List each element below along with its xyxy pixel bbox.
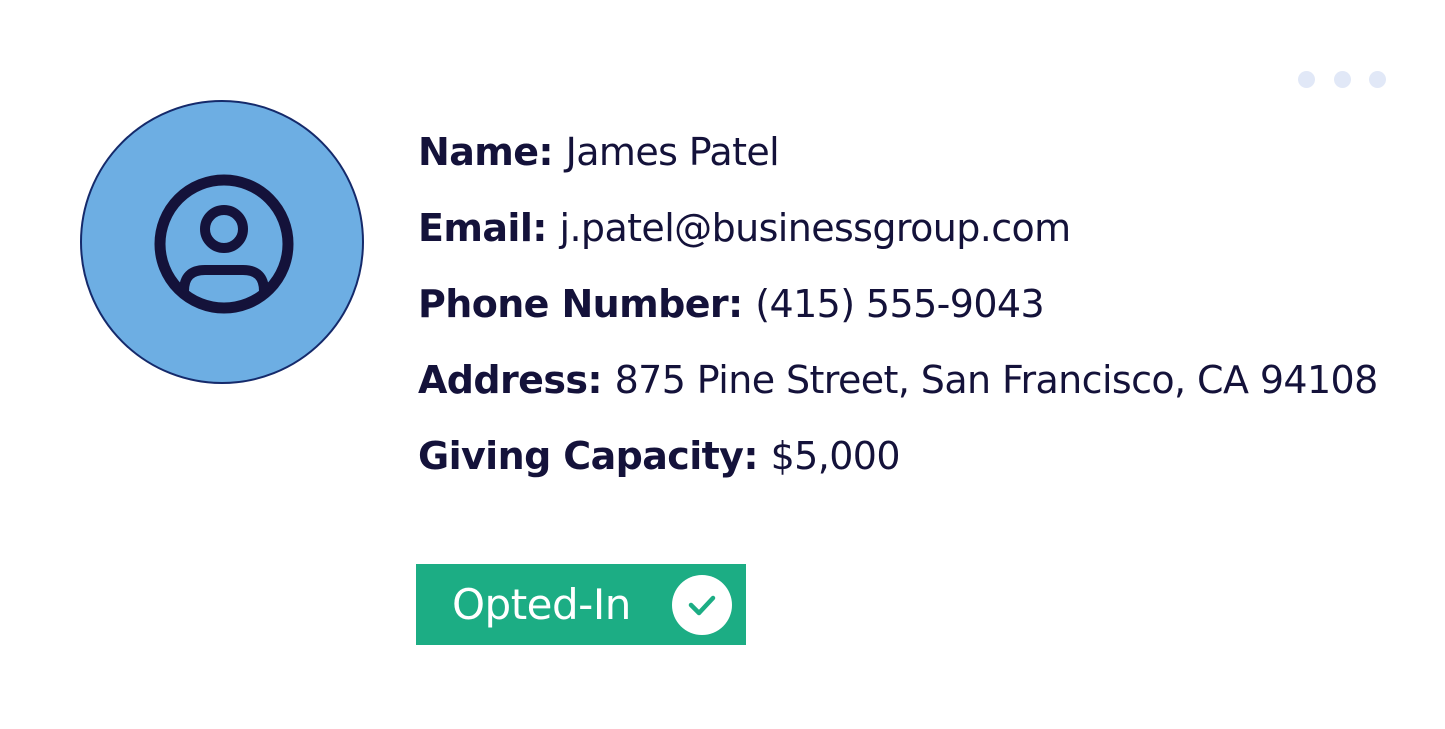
email-label: Email: <box>418 206 560 250</box>
name-label: Name: <box>418 130 566 174</box>
email-field: Email: j.patel@businessgroup.com <box>418 202 1378 278</box>
giving-capacity-value: $5,000 <box>770 434 901 478</box>
status-badge: Opted-In <box>416 564 746 645</box>
check-icon <box>688 595 716 616</box>
giving-capacity-label: Giving Capacity: <box>418 434 771 478</box>
more-dot-icon <box>1298 70 1315 88</box>
email-value: j.patel@businessgroup.com <box>559 206 1071 250</box>
giving-capacity-field: Giving Capacity: $5,000 <box>418 430 1378 506</box>
name-field: Name: James Patel <box>418 126 1378 202</box>
check-circle-icon <box>672 575 732 635</box>
more-dot-icon <box>1333 70 1351 88</box>
status-badge-label: Opted-In <box>452 579 631 629</box>
phone-label: Phone Number: <box>418 282 756 326</box>
address-field: Address: 875 Pine Street, San Francisco,… <box>418 354 1378 430</box>
phone-field: Phone Number: (415) 555-9043 <box>418 278 1378 354</box>
avatar <box>80 100 364 384</box>
more-dot-icon <box>1369 70 1386 88</box>
address-value: 875 Pine Street, San Francisco, CA 94108 <box>614 358 1379 402</box>
name-value: James Patel <box>565 130 780 174</box>
phone-value: (415) 555-9043 <box>755 282 1045 326</box>
contact-details: Name: James Patel Email: j.patel@busines… <box>418 126 1378 506</box>
user-circle-icon <box>154 174 294 314</box>
more-options-button[interactable] <box>1296 68 1388 90</box>
address-label: Address: <box>418 358 615 402</box>
